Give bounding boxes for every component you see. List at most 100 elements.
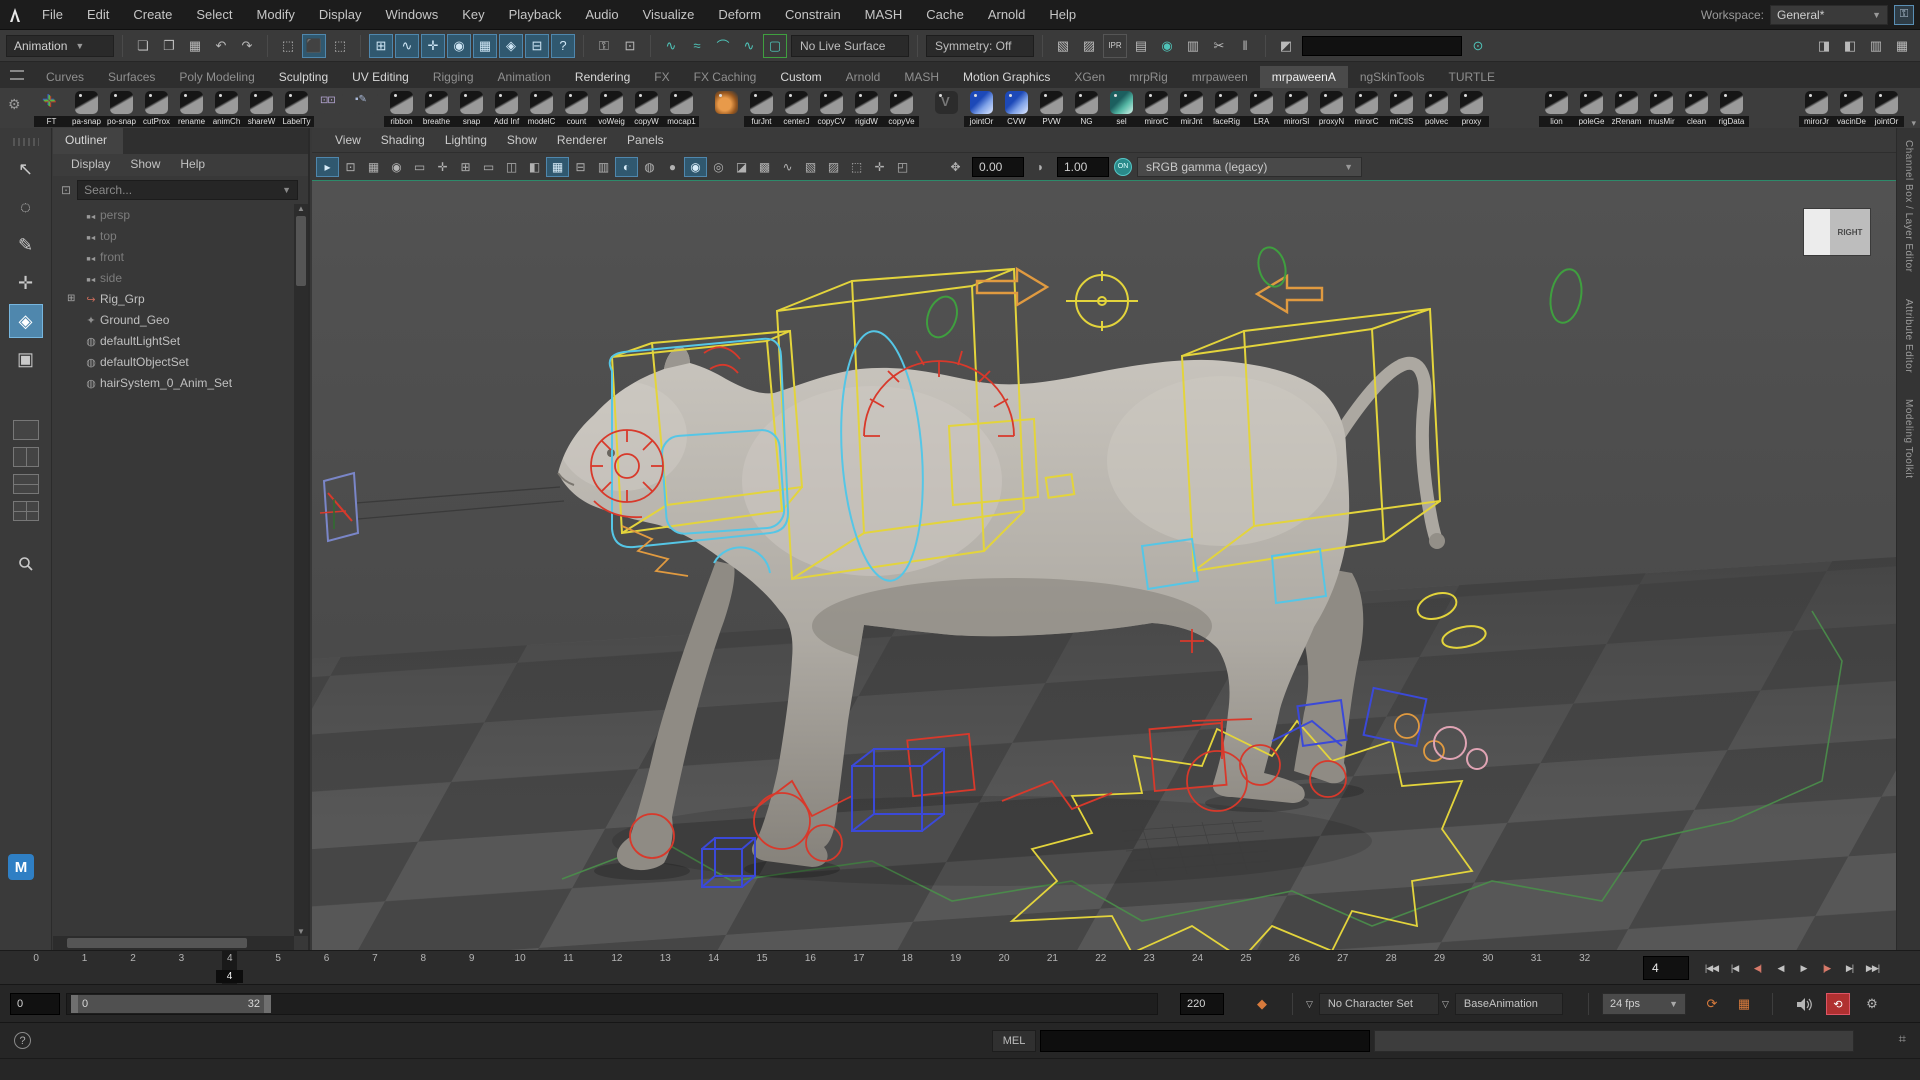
snap-to-grid-icon[interactable]: ⊞ bbox=[369, 34, 393, 58]
open-scene-icon[interactable]: ❐ bbox=[157, 34, 181, 58]
animation-start-field[interactable]: 0 bbox=[10, 993, 60, 1015]
menu-item[interactable]: Cache bbox=[914, 0, 976, 30]
shelf-tab[interactable]: Rigging bbox=[421, 66, 486, 88]
play-forwards-button[interactable]: ▶ bbox=[1792, 955, 1815, 981]
motion-blur-icon[interactable]: ∿ bbox=[776, 157, 799, 177]
gear-icon[interactable]: ⚙ bbox=[8, 96, 21, 113]
camera-attributes-icon[interactable]: ▦ bbox=[362, 157, 385, 177]
pause-viewport-icon[interactable]: ‖ bbox=[1233, 34, 1257, 58]
search-help-icon[interactable]: ⊙ bbox=[1466, 34, 1490, 58]
viewport-menu-item[interactable]: Lighting bbox=[436, 131, 496, 149]
menu-item[interactable]: Display bbox=[307, 0, 374, 30]
film-gate-icon[interactable]: ▭ bbox=[477, 157, 500, 177]
gamma-field[interactable]: 1.00 bbox=[1057, 157, 1109, 177]
snap-relations-icon[interactable]: ? bbox=[551, 34, 575, 58]
shelf-button[interactable]: mirorC bbox=[1139, 88, 1174, 128]
shelf-button[interactable] bbox=[349, 88, 384, 128]
range-slider-range[interactable]: 0 32 bbox=[71, 995, 271, 1013]
shelf-button[interactable]: mirJnt bbox=[1174, 88, 1209, 128]
range-handle-left[interactable] bbox=[71, 995, 78, 1013]
shelf-button[interactable]: centerJ bbox=[779, 88, 814, 128]
anim-layer-dropdown[interactable]: ▽ BaseAnimation bbox=[1442, 993, 1563, 1015]
isolate-select-icon[interactable]: ◰ bbox=[891, 157, 914, 177]
shelf-button[interactable]: clean bbox=[1679, 88, 1714, 128]
color-management-on-badge[interactable]: ON bbox=[1114, 158, 1132, 176]
layout-two-pane-button[interactable] bbox=[13, 447, 39, 467]
outliner-menu-item[interactable]: Show bbox=[122, 154, 168, 176]
select-by-component-icon[interactable]: ⬚ bbox=[328, 34, 352, 58]
paint-select-tool[interactable]: ✎ bbox=[9, 228, 43, 262]
sidebar-tab[interactable]: Attribute Editor bbox=[1903, 299, 1914, 373]
step-fwd-key-button[interactable]: |▶ bbox=[1815, 955, 1838, 981]
render-view-icon[interactable]: ▧ bbox=[1051, 34, 1075, 58]
outliner-item[interactable]: Ground_Geo bbox=[53, 309, 294, 330]
menu-item[interactable]: MASH bbox=[853, 0, 915, 30]
shelf-button[interactable]: rigidW bbox=[849, 88, 884, 128]
loop-playback-icon[interactable]: ⟳ bbox=[1700, 993, 1724, 1015]
shelf-button[interactable] bbox=[314, 88, 349, 128]
shelf-button[interactable]: Add Inf bbox=[489, 88, 524, 128]
select-by-object-icon[interactable]: ⬛ bbox=[302, 34, 326, 58]
menu-item[interactable]: Help bbox=[1037, 0, 1088, 30]
shelf-button[interactable]: rigData bbox=[1714, 88, 1749, 128]
viewport-menu-item[interactable]: Panels bbox=[618, 131, 673, 149]
play-backwards-button[interactable]: ◀ bbox=[1769, 955, 1792, 981]
viewport-menu-item[interactable]: Renderer bbox=[548, 131, 616, 149]
shelf-button[interactable]: NG bbox=[1069, 88, 1104, 128]
help-icon[interactable]: ? bbox=[14, 1032, 31, 1049]
snap-to-curves-icon[interactable]: ∿ bbox=[395, 34, 419, 58]
shelf-tab[interactable]: mrpaweenA bbox=[1260, 66, 1348, 88]
shelf-button[interactable]: copyVe bbox=[884, 88, 919, 128]
shelf-button[interactable]: animCh bbox=[209, 88, 244, 128]
xray-icon[interactable]: ⬚ bbox=[845, 157, 868, 177]
shelf-button[interactable]: ribbon bbox=[384, 88, 419, 128]
move-tool[interactable]: ✛ bbox=[9, 266, 43, 300]
viewport-scene[interactable]: RIGHT bbox=[312, 180, 1896, 950]
snap-to-points-icon[interactable]: ✛ bbox=[421, 34, 445, 58]
bookmark-add-icon[interactable]: ◆ bbox=[1250, 993, 1274, 1015]
viewport-menu-item[interactable]: Shading bbox=[372, 131, 434, 149]
shelf-menu-icon[interactable] bbox=[10, 70, 24, 80]
scroll-up-icon[interactable]: ▲ bbox=[294, 204, 308, 213]
outliner-item[interactable]: top bbox=[53, 225, 294, 246]
shelf-tab[interactable]: Surfaces bbox=[96, 66, 167, 88]
shelf-button[interactable]: mocap1 bbox=[664, 88, 699, 128]
bookmark-icon[interactable]: ◉ bbox=[385, 157, 408, 177]
toggle-channel-box-icon[interactable]: ◨ bbox=[1812, 34, 1836, 58]
shelf-button[interactable]: pa-snap bbox=[69, 88, 104, 128]
layout-stacked-button[interactable] bbox=[13, 474, 39, 494]
script-editor-icon[interactable]: ⌗ bbox=[1899, 1031, 1906, 1047]
shelf-button[interactable]: CVW bbox=[999, 88, 1034, 128]
live-surface-icon[interactable]: ▢ bbox=[763, 34, 787, 58]
shelf-button[interactable]: LRA bbox=[1244, 88, 1279, 128]
safe-title-icon[interactable]: ▥ bbox=[592, 157, 615, 177]
shelf-tab[interactable]: Motion Graphics bbox=[951, 66, 1062, 88]
exposure-icon[interactable]: ✥ bbox=[944, 157, 967, 177]
lasso-select-tool[interactable]: ◌ bbox=[9, 190, 43, 224]
snap-align-icon[interactable]: ⊟ bbox=[525, 34, 549, 58]
animation-preferences-icon[interactable]: ⚙ bbox=[1860, 993, 1884, 1015]
shelf-tab[interactable]: FX bbox=[642, 66, 681, 88]
shelf-button[interactable]: FT bbox=[34, 88, 69, 128]
sidebar-tab[interactable]: Channel Box / Layer Editor bbox=[1903, 140, 1914, 273]
shelf-button[interactable]: cutProx bbox=[139, 88, 174, 128]
shelf-tab[interactable]: Sculpting bbox=[267, 66, 340, 88]
select-tool[interactable]: ↖ bbox=[9, 152, 43, 186]
menu-item[interactable]: Deform bbox=[706, 0, 773, 30]
view-cube[interactable]: RIGHT bbox=[1804, 209, 1870, 255]
lock-camera-icon[interactable]: ⊡ bbox=[339, 157, 362, 177]
light-editor-icon[interactable]: ◉ bbox=[1155, 34, 1179, 58]
menu-item[interactable]: Audio bbox=[573, 0, 630, 30]
viewport-menu-item[interactable]: View bbox=[326, 131, 370, 149]
shelf-button[interactable]: furJnt bbox=[744, 88, 779, 128]
shelf-tab[interactable]: mrpaween bbox=[1180, 66, 1260, 88]
outliner-menu-item[interactable]: Display bbox=[63, 154, 118, 176]
menu-item[interactable]: Constrain bbox=[773, 0, 853, 30]
shelf-tab[interactable]: XGen bbox=[1062, 66, 1117, 88]
select-by-hierarchy-icon[interactable]: ⬚ bbox=[276, 34, 300, 58]
outliner-item[interactable]: front bbox=[53, 246, 294, 267]
current-frame-field[interactable]: 4 bbox=[1643, 956, 1689, 980]
menu-item[interactable]: Create bbox=[121, 0, 184, 30]
shelf-button[interactable]: polvec bbox=[1419, 88, 1454, 128]
animation-end-field[interactable]: 220 bbox=[1180, 993, 1224, 1015]
